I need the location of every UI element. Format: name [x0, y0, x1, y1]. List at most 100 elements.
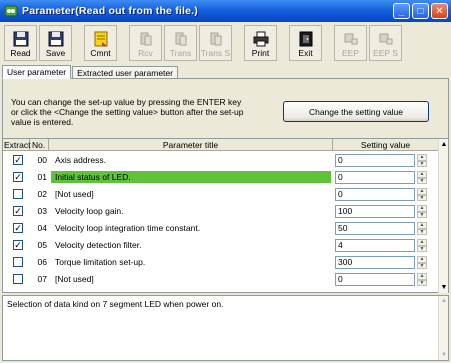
value-spinner[interactable]: ▲ ▼ [417, 256, 427, 269]
extract-checkbox[interactable]: ✓ [13, 155, 23, 165]
setting-value-input[interactable]: 50 [335, 222, 415, 235]
print-button[interactable]: Print [244, 25, 277, 61]
extract-checkbox[interactable]: ✓ [13, 223, 23, 233]
table-row[interactable]: ✓ 03 Velocity loop gain. 100 ▲ ▼ [3, 203, 438, 220]
eep-selected-label: EEP S [373, 48, 398, 58]
spin-down-icon[interactable]: ▼ [417, 228, 427, 235]
desc-scroll-up-icon[interactable]: ▲ [440, 298, 448, 304]
receive-button[interactable]: Rcv [129, 25, 162, 61]
check-icon: ✓ [14, 154, 22, 165]
table-row[interactable]: 02 [Not used] 0 ▲ ▼ [3, 186, 438, 203]
value-spinner[interactable]: ▲ ▼ [417, 171, 427, 184]
row-number: 01 [37, 172, 47, 182]
read-button[interactable]: Read [4, 25, 37, 61]
info-line-2: or click the <Change the setting value> … [11, 107, 244, 117]
extract-checkbox[interactable]: ✓ [13, 206, 23, 216]
extract-checkbox[interactable]: ✓ [13, 240, 23, 250]
extract-checkbox[interactable] [13, 189, 23, 199]
header-parameter-title[interactable]: Parameter title [49, 139, 333, 151]
row-parameter-title[interactable]: Velocity loop integration time constant. [51, 222, 331, 234]
spin-down-icon[interactable]: ▼ [417, 160, 427, 167]
close-button[interactable]: ✕ [431, 3, 448, 19]
transmit-selected-label: Trans S [200, 48, 231, 58]
eep-selected-button[interactable]: EEP S [369, 25, 402, 61]
header-setting-value[interactable]: Setting value [333, 139, 438, 151]
comment-icon [94, 31, 107, 47]
read-label: Read [10, 48, 31, 58]
tab-panel: You can change the set-up value by press… [2, 78, 449, 293]
row-number: 02 [37, 189, 47, 199]
eeprom-icon [344, 33, 357, 45]
transmit-selected-button[interactable]: Trans S [199, 25, 232, 61]
header-extract[interactable]: Extract [3, 139, 30, 151]
spin-down-icon[interactable]: ▼ [417, 194, 427, 201]
table-row[interactable]: ✓ 05 Velocity detection filter. 4 ▲ ▼ [3, 237, 438, 254]
extract-checkbox[interactable]: ✓ [13, 172, 23, 182]
description-text: Selection of data kind on 7 segment LED … [7, 299, 224, 309]
value-spinner[interactable]: ▲ ▼ [417, 205, 427, 218]
value-spinner[interactable]: ▲ ▼ [417, 188, 427, 201]
value-spinner[interactable]: ▲ ▼ [417, 222, 427, 235]
close-icon: ✕ [435, 5, 444, 17]
comment-label: Cmnt [90, 48, 111, 58]
row-number: 07 [37, 274, 47, 284]
spin-down-icon[interactable]: ▼ [417, 245, 427, 252]
tab-user-parameter[interactable]: User parameter [2, 65, 72, 79]
description-box[interactable]: Selection of data kind on 7 segment LED … [2, 295, 449, 361]
extract-checkbox[interactable] [13, 274, 23, 284]
row-parameter-title[interactable]: Torque limitation set-up. [51, 256, 331, 268]
setting-value-input[interactable]: 300 [335, 256, 415, 269]
spin-down-icon[interactable]: ▼ [417, 211, 427, 218]
setting-value-input[interactable]: 0 [335, 154, 415, 167]
setting-value-input[interactable]: 0 [335, 188, 415, 201]
minimize-button[interactable]: _ [393, 3, 410, 19]
row-parameter-title[interactable]: Velocity detection filter. [51, 239, 331, 251]
toolbar: Read Save Cmnt Rcv Trans Trans S Print E… [4, 25, 402, 61]
exit-button[interactable]: Exit [289, 25, 322, 61]
value-spinner[interactable]: ▲ ▼ [417, 273, 427, 286]
setting-value-input[interactable]: 0 [335, 273, 415, 286]
print-label: Print [251, 48, 270, 58]
description-scrollbar[interactable]: ▲ ▼ [438, 296, 448, 360]
header-no[interactable]: No. [30, 139, 49, 151]
row-parameter-title[interactable]: [Not used] [51, 273, 331, 285]
table-row[interactable]: 06 Torque limitation set-up. 300 ▲ ▼ [3, 254, 438, 271]
transmit-icon [175, 32, 186, 46]
title-bar[interactable]: Parameter(Read out from the file.) _ □ ✕ [0, 0, 451, 22]
window-title: Parameter(Read out from the file.) [22, 5, 198, 17]
maximize-button[interactable]: □ [412, 3, 429, 19]
table-scrollbar[interactable]: ▲ ▼ [438, 139, 448, 293]
setting-value-input[interactable]: 0 [335, 171, 415, 184]
spin-down-icon[interactable]: ▼ [417, 262, 427, 269]
row-parameter-title[interactable]: [Not used] [51, 188, 331, 200]
parameter-table: Extract No. Parameter title Setting valu… [3, 138, 448, 293]
scroll-up-icon[interactable]: ▲ [440, 140, 448, 149]
scroll-down-icon[interactable]: ▼ [440, 283, 448, 292]
comment-button[interactable]: Cmnt [84, 25, 117, 61]
setting-value-input[interactable]: 100 [335, 205, 415, 218]
spin-down-icon[interactable]: ▼ [417, 177, 427, 184]
change-setting-value-button[interactable]: Change the setting value [283, 101, 429, 122]
table-row[interactable]: ✓ 00 Axis address. 0 ▲ ▼ [3, 152, 438, 169]
table-row[interactable]: 07 [Not used] 0 ▲ ▼ [3, 271, 438, 288]
row-parameter-title[interactable]: Velocity loop gain. [51, 205, 331, 217]
save-label: Save [45, 48, 66, 58]
setting-value-input[interactable]: 4 [335, 239, 415, 252]
parameter-window: Parameter(Read out from the file.) _ □ ✕… [0, 0, 451, 363]
check-icon: ✓ [14, 171, 22, 182]
row-number: 00 [37, 155, 47, 165]
save-button[interactable]: Save [39, 25, 72, 61]
row-number: 04 [37, 223, 47, 233]
transmit-button[interactable]: Trans [164, 25, 197, 61]
maximize-icon: □ [417, 5, 424, 17]
value-spinner[interactable]: ▲ ▼ [417, 239, 427, 252]
row-parameter-title[interactable]: Initial status of LED. [51, 171, 331, 183]
value-spinner[interactable]: ▲ ▼ [417, 154, 427, 167]
desc-scroll-down-icon[interactable]: ▼ [440, 352, 448, 358]
table-row[interactable]: ✓ 04 Velocity loop integration time consta… [3, 220, 438, 237]
spin-down-icon[interactable]: ▼ [417, 279, 427, 286]
table-row[interactable]: ✓ 01 Initial status of LED. 0 ▲ ▼ [3, 169, 438, 186]
eep-button[interactable]: EEP [334, 25, 367, 61]
row-parameter-title[interactable]: Axis address. [51, 154, 331, 166]
extract-checkbox[interactable] [13, 257, 23, 267]
